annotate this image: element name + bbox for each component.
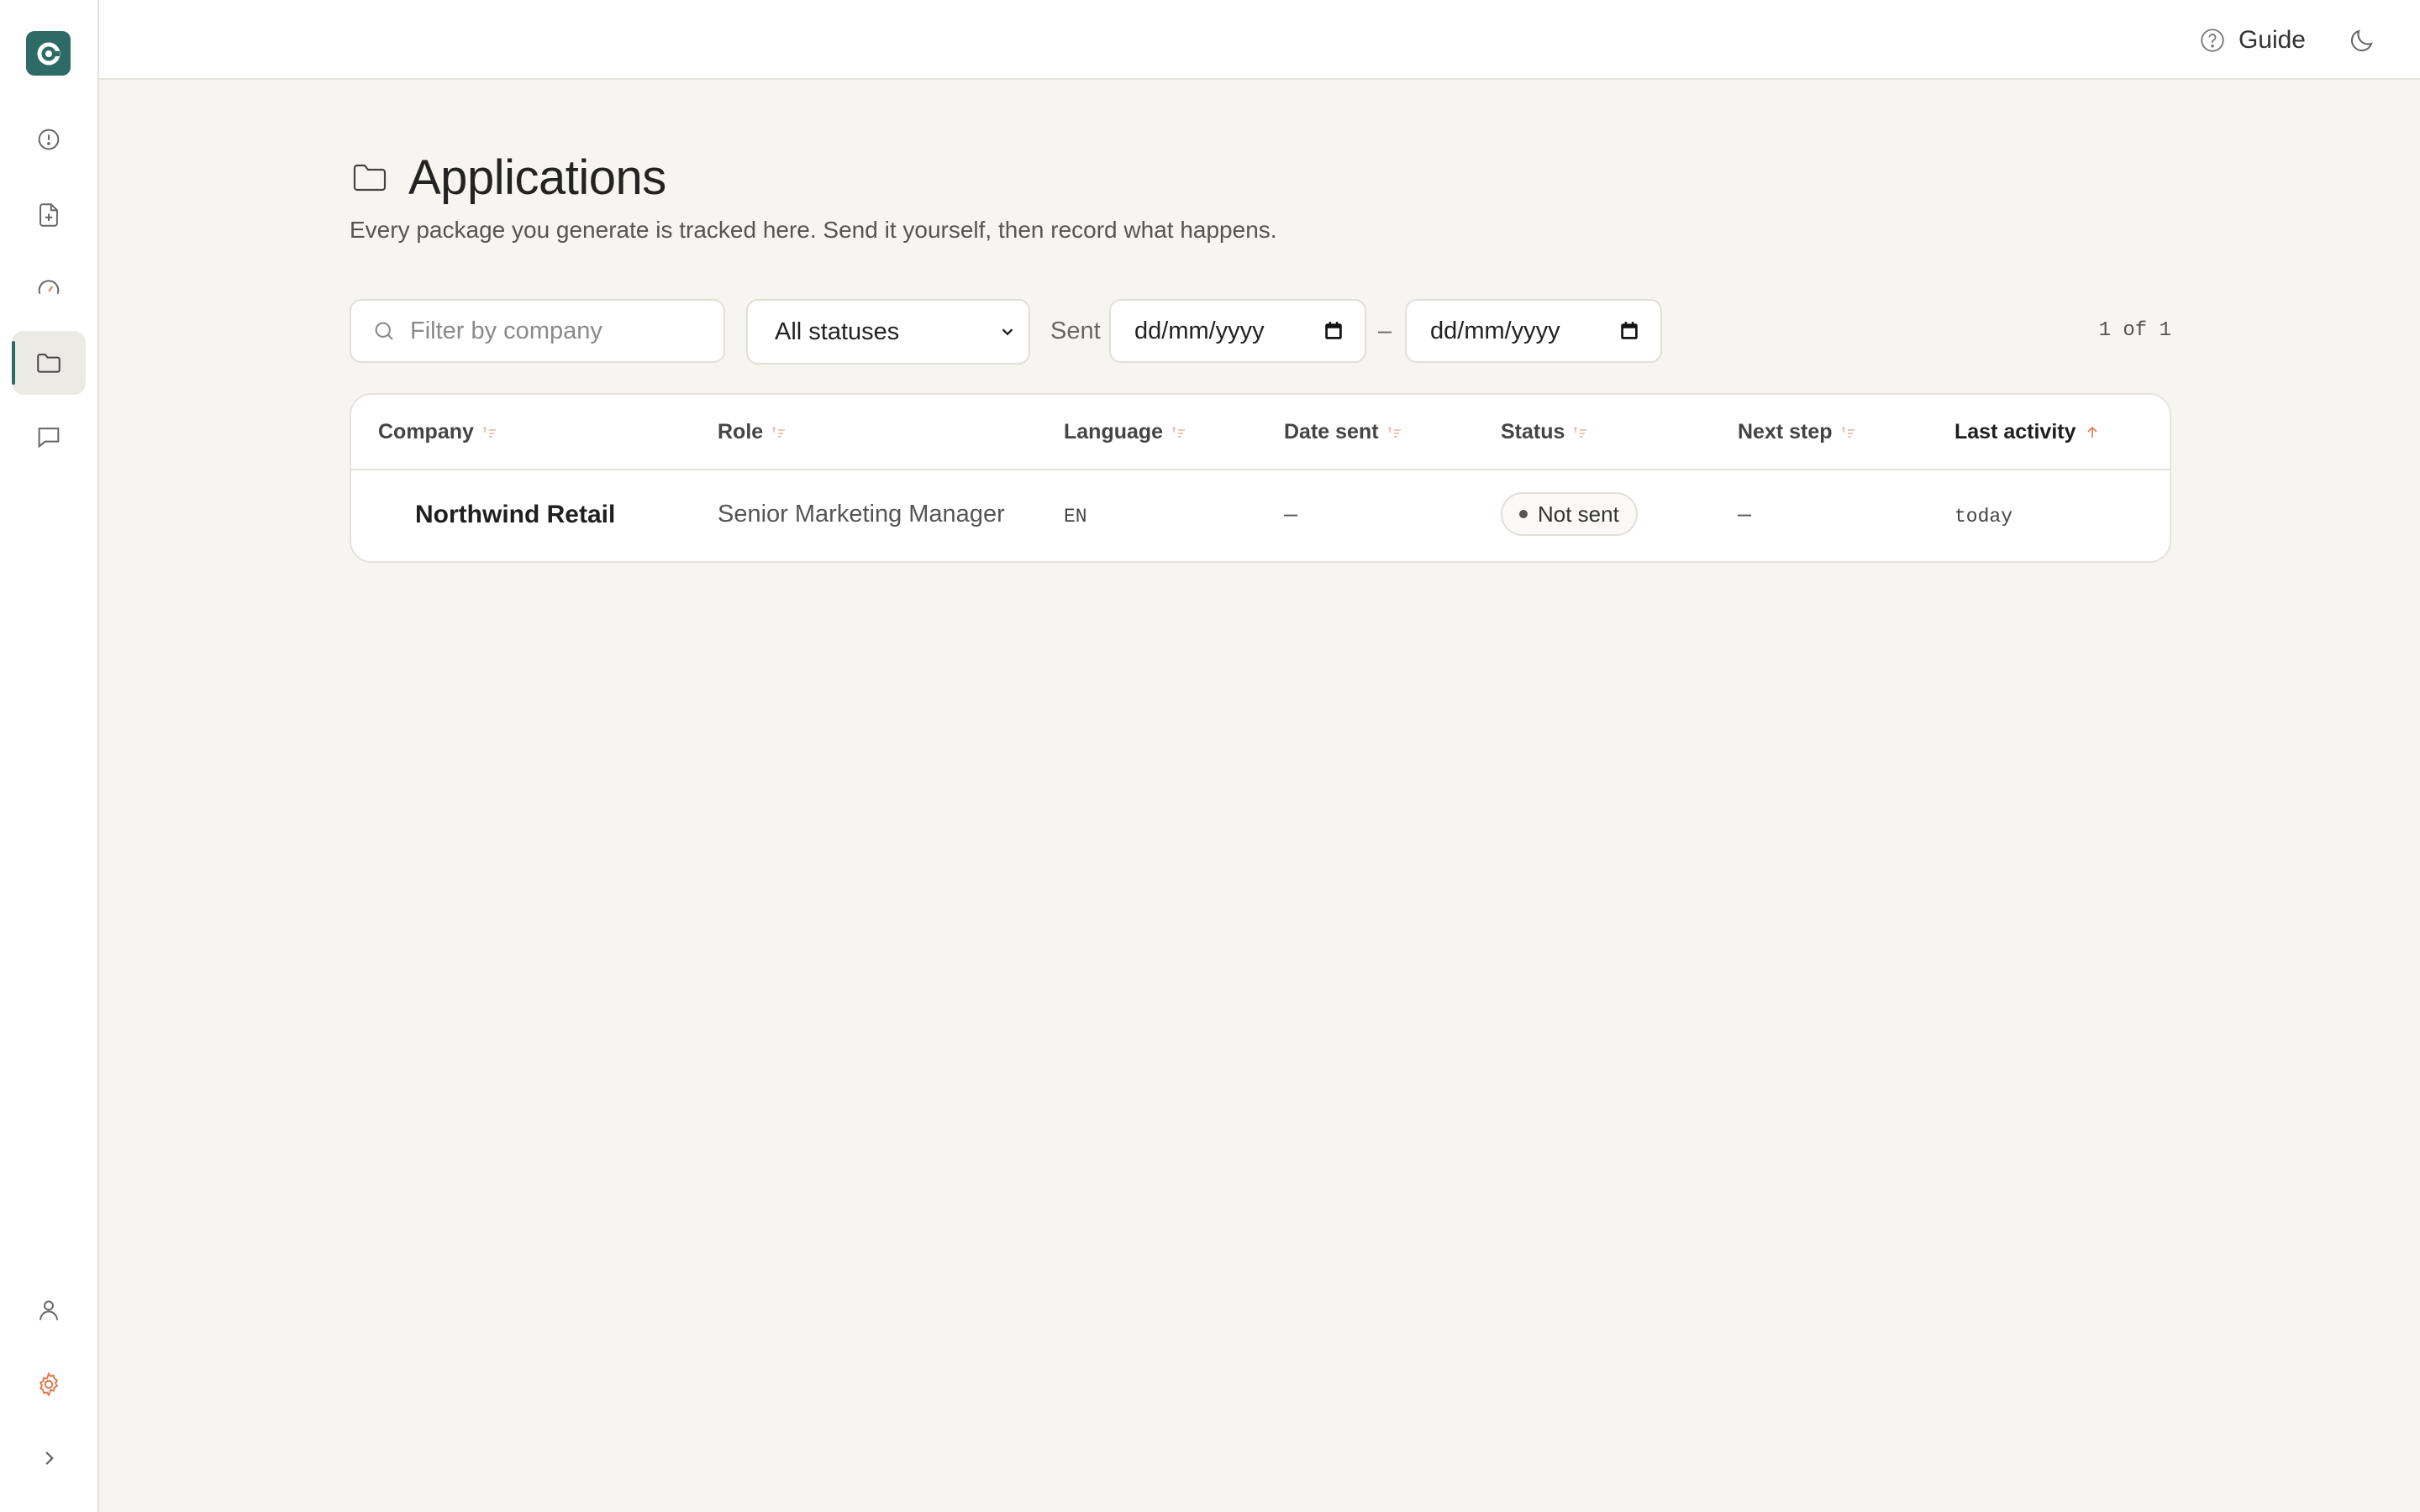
column-header-role[interactable]: Role (718, 420, 786, 444)
sort-icon (772, 426, 786, 438)
topbar: Guide (99, 0, 2420, 80)
column-header-status[interactable]: Status (1501, 420, 1588, 444)
folder-icon (353, 164, 387, 192)
search-icon (375, 322, 393, 340)
status-label: Not sent (1538, 501, 1619, 527)
table-row[interactable]: Northwind Retail Senior Marketing Manage… (351, 470, 2170, 561)
sidebar-expand-button[interactable] (12, 1426, 86, 1490)
date-to-input[interactable]: dd/mm/yyyy (1405, 299, 1662, 363)
page-header: Applications (350, 150, 2171, 205)
cell-language: EN (1064, 506, 1087, 528)
column-header-company[interactable]: Company (378, 420, 497, 444)
column-label: Language (1064, 420, 1164, 444)
sidebar-item-profile[interactable] (12, 1278, 86, 1342)
cell-role: Senior Marketing Manager (718, 501, 1005, 528)
column-header-date-sent[interactable]: Date sent (1284, 420, 1402, 444)
calendar-icon[interactable] (1618, 320, 1640, 342)
status-badge[interactable]: Not sent (1501, 492, 1638, 536)
theme-toggle-button[interactable] (2346, 24, 2378, 56)
sort-icon (1387, 426, 1401, 438)
sidebar (0, 0, 99, 1512)
sort-icon (482, 426, 496, 438)
search-box[interactable] (350, 299, 725, 363)
column-label: Role (718, 420, 764, 444)
page-title: Applications (408, 150, 666, 205)
main-content: Applications Every package you generate … (350, 150, 2171, 563)
column-header-last-activity[interactable]: Last activity (1954, 420, 2100, 444)
applications-table: Company Role Language Date sent Status N… (350, 393, 2171, 563)
date-from-input[interactable]: dd/mm/yyyy (1109, 299, 1366, 363)
status-dot (1519, 510, 1528, 518)
date-separator: – (1378, 318, 1392, 344)
sort-icon (1841, 426, 1854, 438)
date-from-placeholder: dd/mm/yyyy (1134, 317, 1265, 344)
column-label: Last activity (1954, 420, 2076, 444)
date-to-placeholder: dd/mm/yyyy (1430, 317, 1560, 344)
sidebar-item-generate[interactable] (12, 183, 86, 247)
user-icon (39, 1300, 58, 1320)
company-filter-input[interactable] (410, 317, 713, 345)
help-circle-icon (2201, 29, 2224, 52)
app: Guide Applications Every package you gen… (0, 0, 2420, 1512)
app-logo[interactable] (26, 31, 71, 76)
status-select[interactable]: All statuses (746, 299, 1030, 365)
chevron-down-icon (1002, 328, 1013, 336)
cell-company[interactable]: Northwind Retail (415, 501, 615, 529)
page-count: 1 of 1 (2098, 319, 2171, 342)
filter-bar: All statuses Sent dd/mm/yyyy – dd/mm/yyy… (350, 299, 2171, 365)
sent-label: Sent (1050, 318, 1101, 344)
gauge-icon (38, 280, 60, 295)
guide-label: Guide (2238, 26, 2306, 54)
moon-icon (2350, 29, 2373, 52)
sort-icon (1172, 426, 1186, 438)
sidebar-item-messages[interactable] (12, 405, 86, 469)
arrow-up-icon (2086, 426, 2097, 438)
sidebar-item-dashboard[interactable] (12, 257, 86, 321)
page-subtitle: Every package you generate is tracked he… (350, 217, 1277, 243)
calendar-icon[interactable] (1323, 320, 1344, 342)
column-label: Next step (1738, 420, 1833, 444)
file-plus-icon (39, 203, 58, 227)
column-header-language[interactable]: Language (1064, 420, 1186, 444)
folder-icon (37, 354, 60, 373)
chevron-right-icon (45, 1452, 54, 1465)
table-header: Company Role Language Date sent Status N… (351, 395, 2170, 470)
cell-date-sent: – (1284, 501, 1298, 528)
gear-icon (39, 1372, 59, 1397)
alert-circle-icon (38, 129, 60, 150)
message-square-icon (38, 428, 60, 449)
cell-last-activity: today (1954, 506, 2013, 528)
guide-button[interactable]: Guide (2198, 24, 2306, 57)
logo-icon (37, 42, 60, 65)
sidebar-item-settings[interactable] (12, 1352, 86, 1416)
sort-icon (1574, 426, 1587, 438)
column-label: Company (378, 420, 474, 444)
status-select-value: All statuses (775, 318, 900, 345)
column-header-next-step[interactable]: Next step (1738, 420, 1856, 444)
column-label: Status (1501, 420, 1565, 444)
column-label: Date sent (1284, 420, 1379, 444)
sidebar-item-alerts[interactable] (12, 108, 86, 171)
cell-next-step: – (1738, 501, 1752, 528)
sidebar-item-applications[interactable] (12, 331, 86, 395)
